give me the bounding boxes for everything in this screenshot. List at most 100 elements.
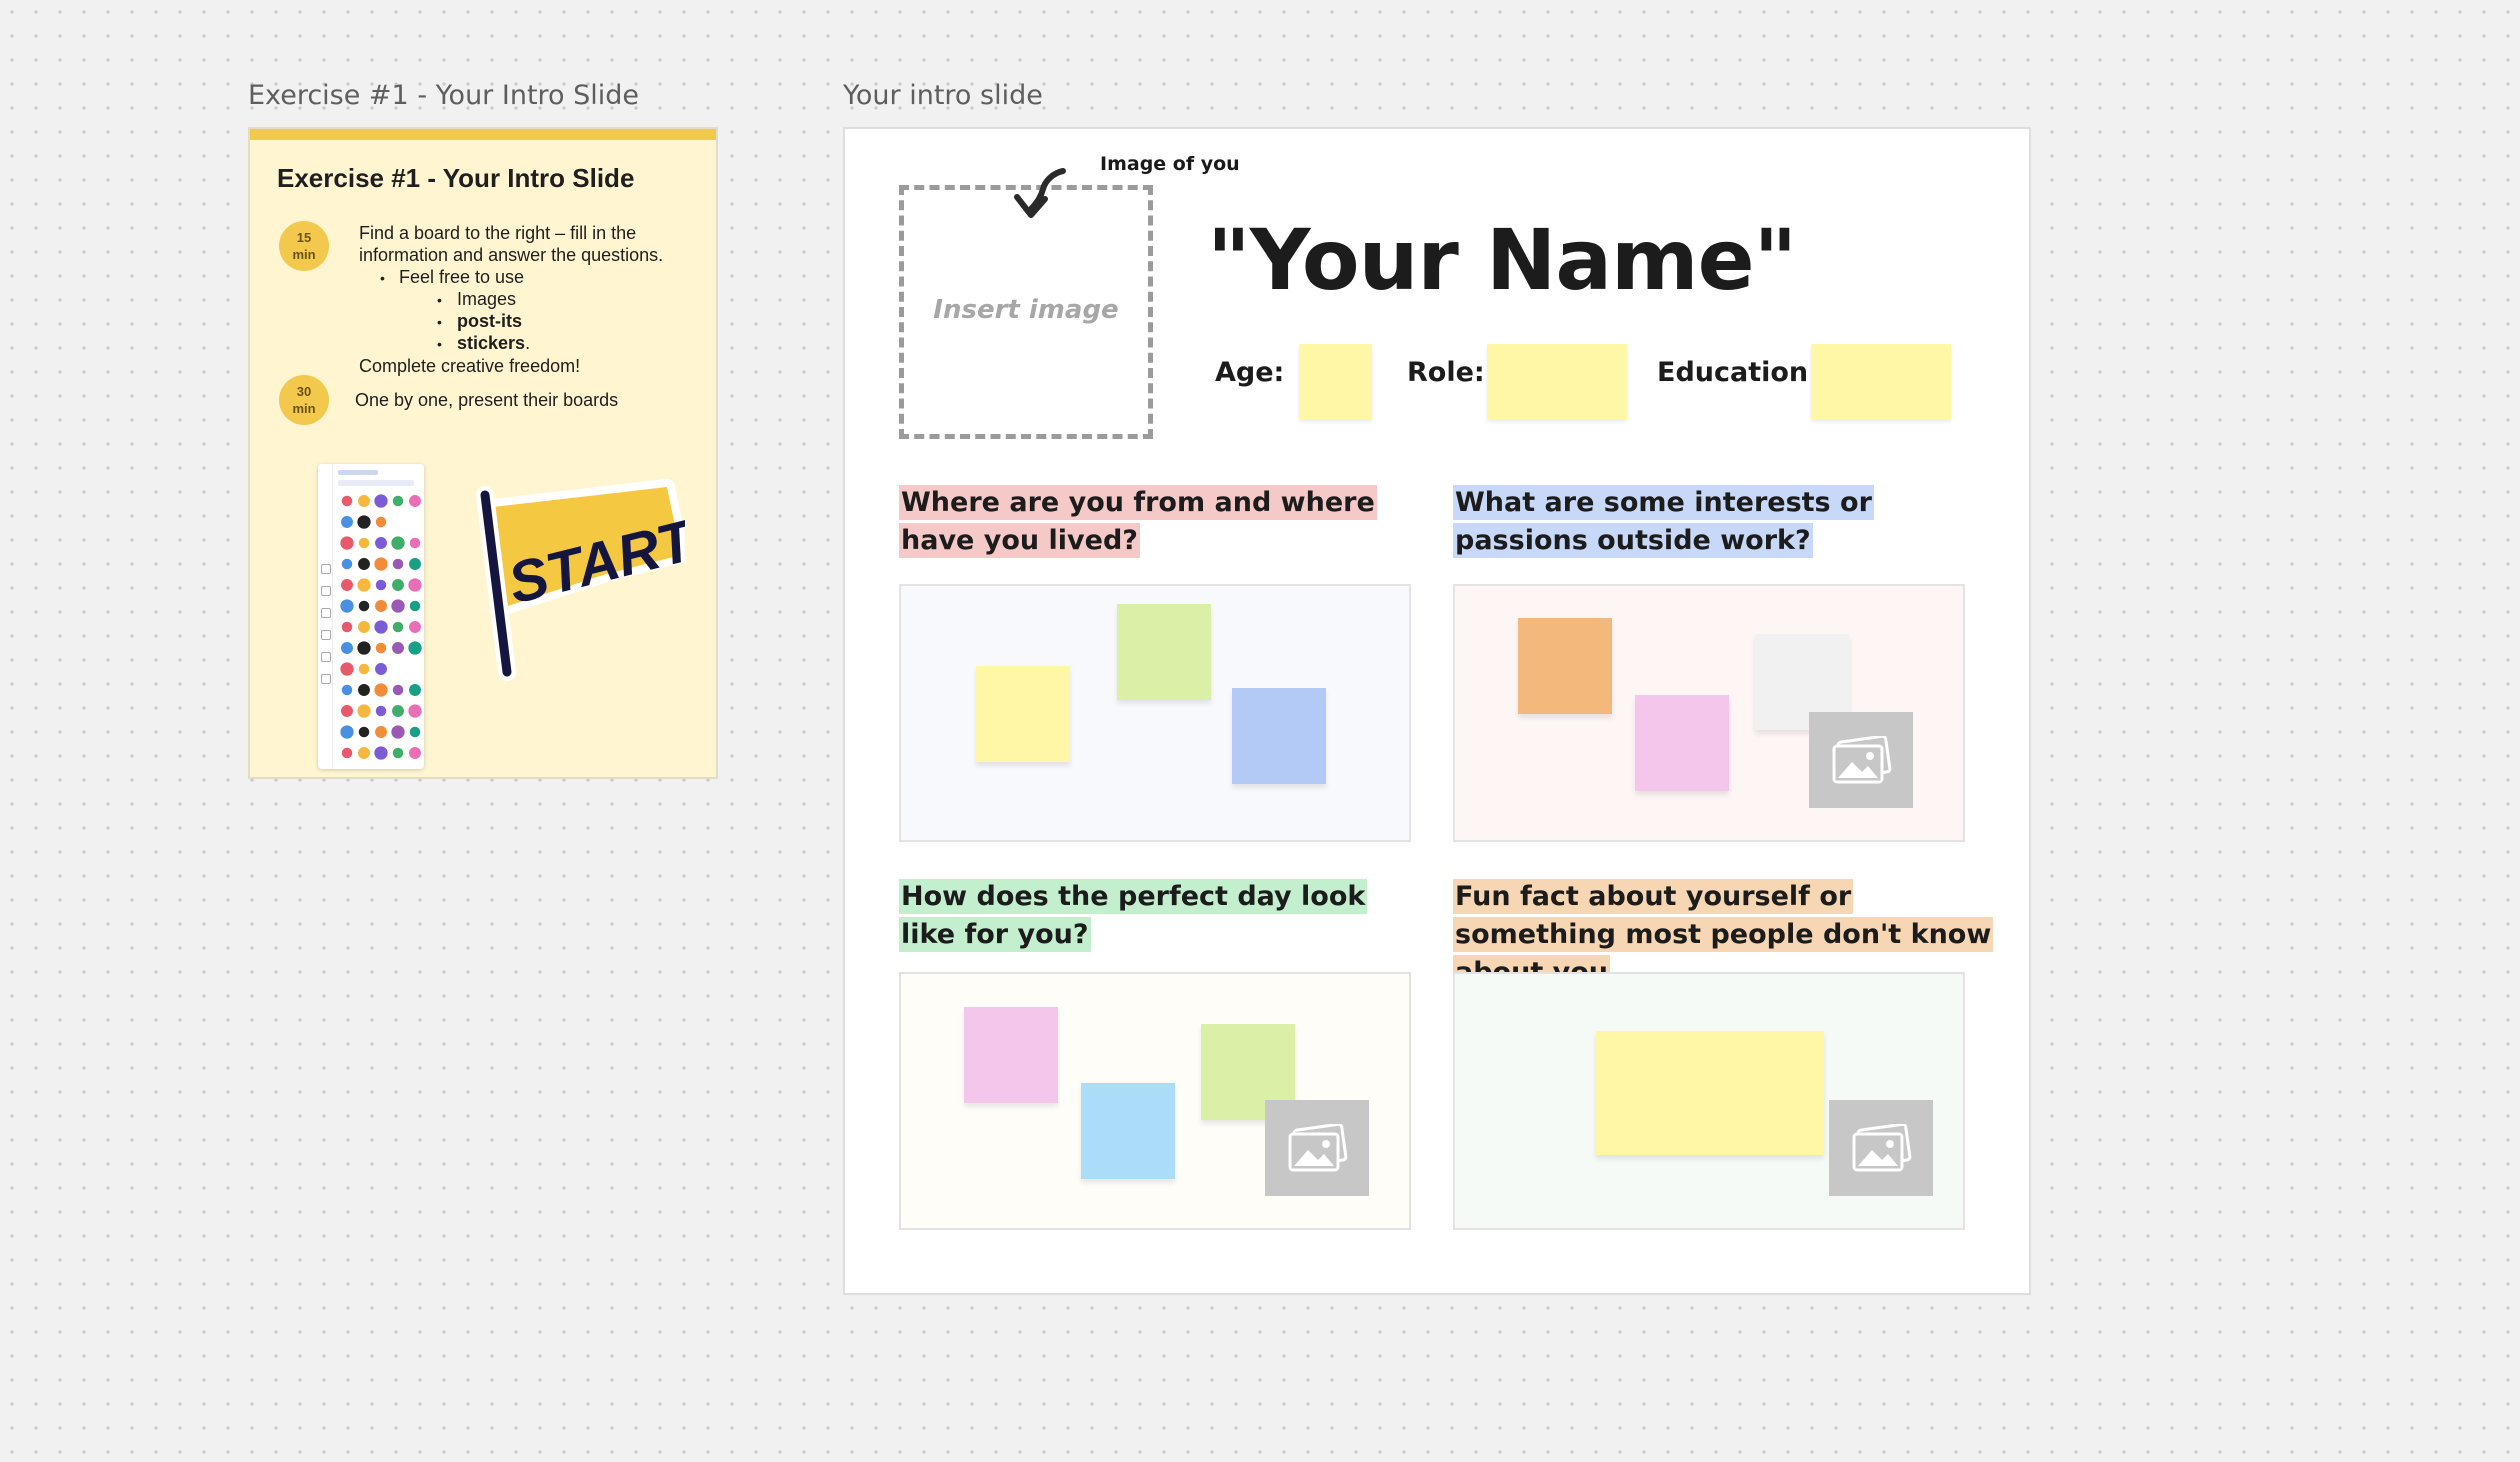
sticky-note-yellow-wide[interactable] — [1596, 1031, 1824, 1155]
sticker-thumbnail — [409, 621, 421, 633]
start-flag-sticker: START — [476, 479, 685, 681]
bullet-dot: • — [437, 336, 442, 352]
sticker-thumbnail — [358, 747, 370, 759]
sticker-thumbnail — [341, 579, 353, 591]
image-placeholder-icon[interactable] — [1265, 1100, 1369, 1196]
sticky-note-cyan[interactable] — [1081, 1083, 1175, 1179]
step1-subitem-stickers: stickers. — [457, 333, 530, 354]
sticker-thumbnail — [409, 726, 421, 738]
sticker-thumbnail — [374, 494, 388, 508]
sticker-thumbnail — [392, 495, 404, 507]
sticker-thumbnail — [375, 705, 387, 717]
sticker-thumbnail — [375, 726, 387, 738]
sticker-thumbnail — [375, 579, 387, 591]
sticky-note-pink[interactable] — [964, 1007, 1058, 1103]
board-interests[interactable] — [1453, 584, 1965, 842]
sticker-panel-screenshot — [318, 464, 424, 769]
sticky-note-orange[interactable] — [1518, 618, 1612, 714]
question-interests: What are some interests or passions outs… — [1453, 484, 1973, 560]
sticker-thumbnail — [358, 663, 370, 675]
step1-line2: information and answer the questions. — [359, 245, 664, 265]
sticker-thumbnail — [408, 704, 422, 718]
sticker-thumbnail — [391, 536, 405, 550]
sticker-thumbnail — [358, 495, 370, 507]
time-badge-30: 30 min — [279, 375, 329, 425]
sticker-thumbnail — [409, 600, 421, 612]
sticker-thumbnail — [409, 558, 421, 570]
sticker-thumbnail — [408, 578, 422, 592]
stickers-suffix: . — [525, 333, 531, 353]
bullet-dot: • — [437, 292, 442, 308]
board-origin[interactable] — [899, 584, 1411, 842]
curved-arrow-icon — [1014, 168, 1066, 218]
question-perfect-day-text: How does the perfect day look like for y… — [899, 879, 1368, 952]
sticker-thumbnail — [341, 621, 353, 633]
age-label: Age: — [1215, 357, 1285, 388]
sticky-note-blue[interactable] — [1232, 688, 1326, 784]
board-perfect-day[interactable] — [899, 972, 1411, 1230]
board-fun-fact[interactable] — [1453, 972, 1965, 1230]
intro-frame-title[interactable]: Your intro slide — [843, 80, 1043, 111]
stickers-word: stickers — [457, 333, 526, 353]
sticker-thumbnail — [357, 704, 371, 718]
exercise-frame-title[interactable]: Exercise #1 - Your Intro Slide — [248, 80, 639, 111]
sticker-thumbnail — [374, 683, 388, 697]
sticker-thumbnail — [340, 599, 354, 613]
sticker-thumbnail — [392, 558, 404, 570]
photo-icon — [1832, 736, 1892, 784]
sticker-thumbnail — [408, 641, 422, 655]
sticky-note-yellow[interactable] — [976, 666, 1070, 762]
time-badge-unit: min — [292, 401, 316, 416]
time-badge-number: 15 — [296, 230, 312, 245]
sticky-note-pink[interactable] — [1635, 695, 1729, 791]
sticker-thumbnail — [340, 725, 354, 739]
sticker-thumbnail — [409, 495, 421, 507]
image-of-you-label: Image of you — [1100, 153, 1240, 175]
sticker-thumbnail — [374, 557, 388, 571]
sticker-thumbnail — [358, 726, 370, 738]
insert-image-label: Insert image — [933, 295, 1119, 325]
time-badge-number: 30 — [296, 384, 312, 399]
sticker-thumbnail — [357, 515, 371, 529]
step1-subitem-postits: post-its — [457, 311, 522, 331]
education-sticky[interactable] — [1811, 344, 1951, 419]
sticker-thumbnail — [391, 599, 405, 613]
time-badge-15: 15 min — [279, 221, 329, 271]
bullet-dot: • — [437, 314, 442, 330]
sticker-thumbnail — [409, 537, 421, 549]
sticker-thumbnail — [357, 641, 371, 655]
sticker-thumbnail — [358, 621, 370, 633]
step1-bullet: Feel free to use — [399, 267, 525, 287]
sticky-note-green[interactable] — [1117, 604, 1211, 700]
image-placeholder-icon[interactable] — [1829, 1100, 1933, 1196]
mini-header — [338, 470, 378, 475]
name-heading[interactable]: "Your Name" — [1207, 211, 1797, 309]
question-interests-text: What are some interests or passions outs… — [1453, 485, 1874, 558]
age-sticky[interactable] — [1299, 344, 1372, 419]
mini-toolbar — [318, 464, 333, 769]
intro-slide[interactable]: Insert image Image of you "Your Name" Ag… — [843, 127, 2031, 1295]
sticker-thumbnail — [409, 684, 421, 696]
photo-icon — [1852, 1124, 1912, 1172]
sticker-thumbnail — [375, 642, 387, 654]
sticker-thumbnail — [375, 516, 387, 528]
sticker-thumbnail — [341, 558, 353, 570]
sticker-thumbnail — [392, 621, 404, 633]
sticker-thumbnail — [391, 725, 405, 739]
sticker-thumbnail — [358, 558, 370, 570]
sticker-thumbnail — [375, 537, 387, 549]
bullet-dot: • — [380, 270, 385, 286]
sticker-thumbnail — [392, 579, 404, 591]
sticker-thumbnail — [392, 705, 404, 717]
exercise-slide[interactable]: Exercise #1 - Your Intro Slide 15 min Fi… — [248, 127, 718, 779]
sticker-thumbnail — [409, 747, 421, 759]
photo-icon — [1288, 1124, 1348, 1172]
role-sticky[interactable] — [1487, 344, 1627, 419]
sticker-thumbnail — [341, 495, 353, 507]
image-placeholder-icon[interactable] — [1809, 712, 1913, 808]
sticker-thumbnail — [341, 642, 353, 654]
sticker-thumbnail — [340, 662, 354, 676]
question-origin: Where are you from and where have you li… — [899, 484, 1419, 560]
exercise-slide-accent-bar — [250, 129, 716, 140]
sticker-thumbnail — [340, 536, 354, 550]
